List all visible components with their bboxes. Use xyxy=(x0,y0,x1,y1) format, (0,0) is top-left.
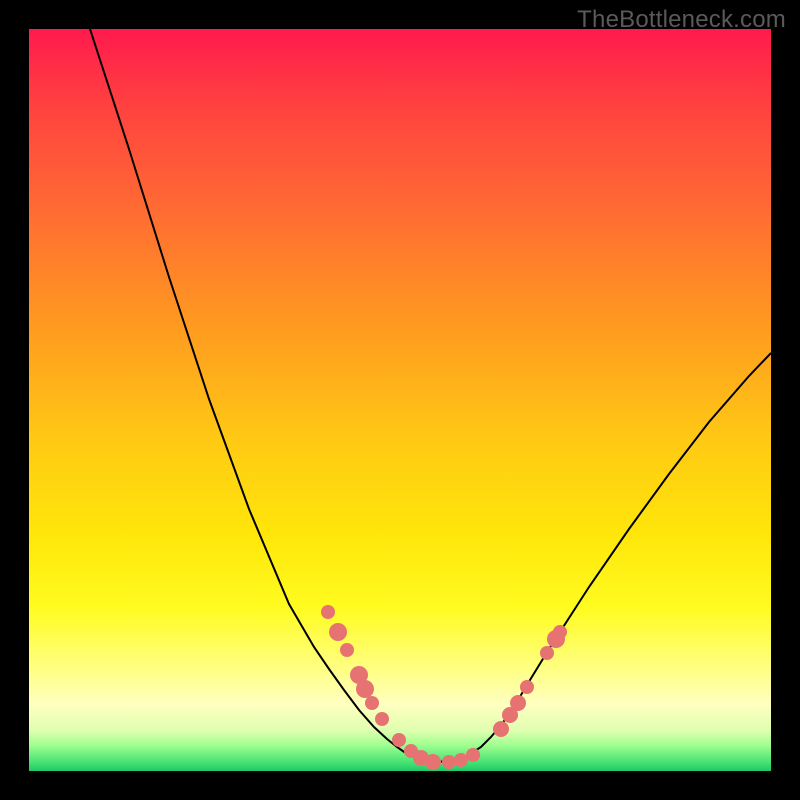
marker-dot xyxy=(510,695,526,711)
chart-svg xyxy=(29,29,771,771)
watermark-text: TheBottleneck.com xyxy=(577,6,786,34)
marker-dot xyxy=(540,646,554,660)
marker-dot xyxy=(553,625,567,639)
marker-dot xyxy=(375,712,389,726)
marker-dot xyxy=(520,680,534,694)
curve-right-branch xyxy=(434,353,771,762)
marker-dot xyxy=(321,605,335,619)
marker-dot xyxy=(340,643,354,657)
marker-dot xyxy=(329,623,347,641)
marker-dot xyxy=(454,753,468,767)
marker-group xyxy=(321,605,567,770)
marker-dot xyxy=(442,755,456,769)
marker-dot xyxy=(466,748,480,762)
marker-dot xyxy=(425,754,441,770)
curve-left-branch xyxy=(90,29,434,762)
marker-dot xyxy=(392,733,406,747)
marker-dot xyxy=(356,680,374,698)
chart-plot-area xyxy=(29,29,771,771)
marker-dot xyxy=(493,721,509,737)
marker-dot xyxy=(365,696,379,710)
